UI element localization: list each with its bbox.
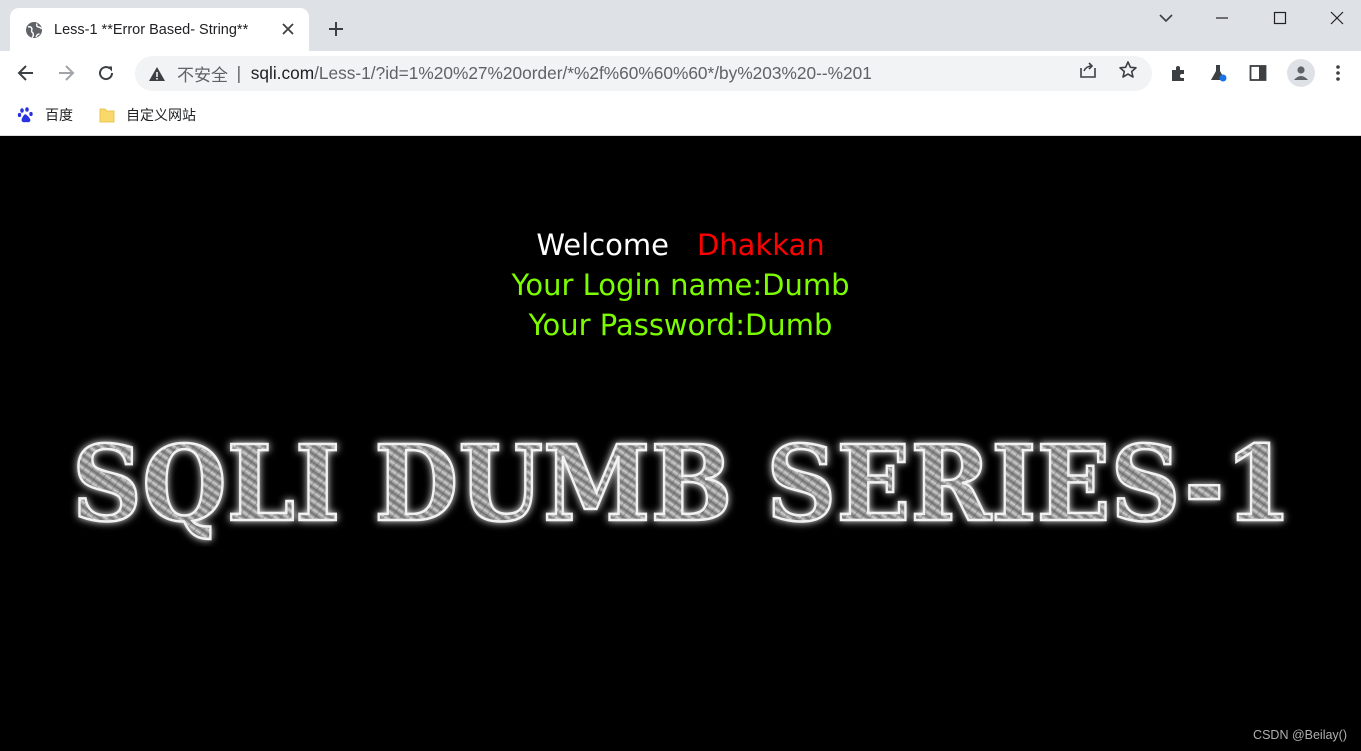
tab-strip: Less-1 **Error Based- String**: [0, 0, 1361, 51]
not-secure-label[interactable]: 不安全: [177, 61, 228, 86]
csdn-watermark: CSDN @Beilay(): [1253, 728, 1347, 742]
profile-avatar-icon[interactable]: [1287, 59, 1315, 87]
close-window-icon[interactable]: [1325, 6, 1349, 30]
login-result: Welcome Dhakkan Your Login name:Dumb Your…: [0, 225, 1361, 345]
bookmark-folder-custom-sites[interactable]: 自定义网站: [98, 105, 196, 125]
share-icon[interactable]: [1077, 59, 1099, 81]
side-panel-icon[interactable]: [1246, 61, 1270, 85]
reload-icon[interactable]: [93, 60, 119, 86]
browser-tab[interactable]: Less-1 **Error Based- String**: [10, 8, 309, 51]
username: Dhakkan: [696, 228, 825, 262]
minimize-window-icon[interactable]: [1210, 6, 1234, 30]
welcome-label: Welcome: [536, 228, 669, 262]
sqli-dumb-series-banner: SQLI DUMB SERIES-1: [60, 417, 1305, 547]
new-tab-plus-icon[interactable]: [325, 18, 347, 40]
extensions-puzzle-icon[interactable]: [1167, 61, 1191, 85]
welcome-line: Welcome Dhakkan: [0, 225, 1361, 265]
banner-title: SQLI DUMB SERIES-1: [72, 422, 1292, 545]
tab-search-chevron-down-icon[interactable]: [1154, 6, 1178, 30]
password-line: Your Password:Dumb: [528, 308, 833, 342]
back-arrow-icon[interactable]: [13, 60, 39, 86]
globe-icon: [25, 21, 43, 39]
bookmark-label: 百度: [45, 108, 73, 124]
baidu-paw-icon: [17, 106, 35, 124]
address-separator: |: [236, 63, 242, 84]
maximize-window-icon[interactable]: [1268, 6, 1292, 30]
url-path: /Less-1/?id=1%20%27%20order/*%2f%60%60%6…: [314, 63, 872, 83]
bookmark-star-icon[interactable]: [1117, 59, 1139, 81]
folder-icon: [98, 106, 116, 124]
forward-arrow-icon[interactable]: [53, 60, 79, 86]
bookmarks-bar: 百度 自定义网站: [0, 95, 1361, 136]
url-text[interactable]: sqli.com/Less-1/?id=1%20%27%20order/*%2f…: [251, 63, 872, 84]
login-name-line: Your Login name:Dumb: [511, 268, 850, 302]
page-content: Welcome Dhakkan Your Login name:Dumb Your…: [0, 137, 1361, 751]
labs-flask-icon[interactable]: [1206, 61, 1230, 85]
bookmark-baidu[interactable]: 百度: [17, 105, 73, 125]
warning-triangle-icon[interactable]: [148, 65, 166, 83]
close-tab-icon[interactable]: [279, 20, 297, 38]
browser-toolbar: 不安全 | sqli.com/Less-1/?id=1%20%27%20orde…: [0, 51, 1361, 95]
url-host: sqli.com: [250, 63, 315, 83]
address-bar[interactable]: 不安全 | sqli.com/Less-1/?id=1%20%27%20orde…: [135, 56, 1152, 91]
tab-title: Less-1 **Error Based- String**: [54, 21, 249, 38]
bookmark-label: 自定义网站: [126, 108, 196, 124]
menu-kebab-icon[interactable]: [1326, 61, 1350, 85]
